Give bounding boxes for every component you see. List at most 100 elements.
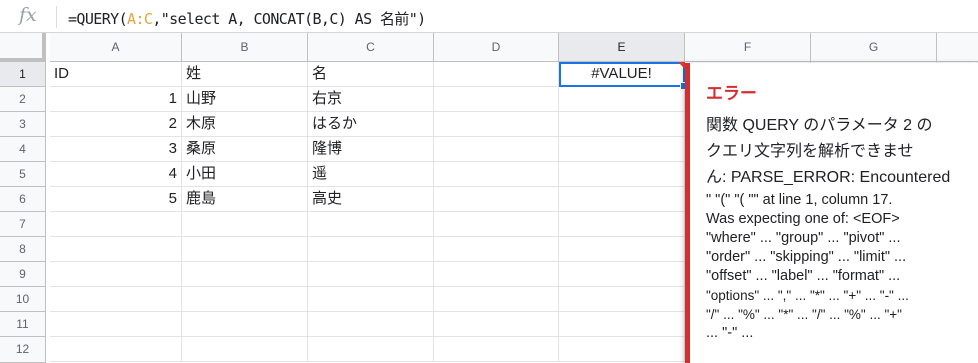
grid-cell[interactable] bbox=[434, 337, 559, 362]
cell-a4[interactable]: 3 bbox=[50, 137, 182, 162]
column-header-g[interactable]: G bbox=[811, 33, 937, 62]
row-header-9[interactable]: 9 bbox=[0, 262, 46, 287]
grid-cell[interactable] bbox=[434, 162, 559, 187]
formula-suffix: ,"select A, CONCAT(B,C) AS 名前") bbox=[152, 10, 426, 28]
grid-cell[interactable] bbox=[434, 212, 559, 237]
select-all-corner[interactable] bbox=[0, 33, 46, 62]
grid-cell[interactable] bbox=[182, 312, 308, 337]
cell-c3[interactable]: はるか bbox=[308, 112, 434, 137]
grid-cell[interactable] bbox=[559, 287, 685, 312]
cell-b1[interactable]: 姓 bbox=[182, 62, 308, 87]
grid-cell[interactable] bbox=[50, 287, 182, 312]
error-line-6: "where" ... "group" ... "pivot" ... bbox=[706, 230, 901, 246]
cell-a6[interactable]: 5 bbox=[50, 187, 182, 212]
grid-cell[interactable] bbox=[434, 187, 559, 212]
grid-cell[interactable] bbox=[559, 162, 685, 187]
column-header-f[interactable]: F bbox=[685, 33, 811, 62]
grid-cell[interactable] bbox=[559, 262, 685, 287]
cell-a2[interactable]: 1 bbox=[50, 87, 182, 112]
grid-cell[interactable] bbox=[559, 87, 685, 112]
error-tooltip: エラー 関数 QUERY のパラメータ 2 の クエリ文字列を解析できませ ん:… bbox=[685, 63, 978, 363]
column-header-e[interactable]: E bbox=[559, 33, 685, 62]
column-header-d[interactable]: D bbox=[434, 33, 559, 62]
grid-cell[interactable] bbox=[434, 262, 559, 287]
grid-cell[interactable] bbox=[50, 262, 182, 287]
error-line-11: ... "-" ... bbox=[706, 325, 754, 341]
cell-c4[interactable]: 隆博 bbox=[308, 137, 434, 162]
grid-cell[interactable] bbox=[559, 187, 685, 212]
cell-a3[interactable]: 2 bbox=[50, 112, 182, 137]
formula-input[interactable]: =QUERY(A:C,"select A, CONCAT(B,C) AS 名前"… bbox=[68, 8, 426, 29]
error-message: 関数 QUERY のパラメータ 2 の クエリ文字列を解析できませ ん: PAR… bbox=[706, 113, 976, 343]
row-header-10[interactable]: 10 bbox=[0, 287, 46, 312]
cell-c6[interactable]: 高史 bbox=[308, 187, 434, 212]
row-header-6[interactable]: 6 bbox=[0, 187, 46, 212]
grid-cell[interactable] bbox=[50, 312, 182, 337]
formula-prefix: =QUERY( bbox=[68, 10, 128, 28]
row-header-11[interactable]: 11 bbox=[0, 312, 46, 337]
grid-cell[interactable] bbox=[308, 237, 434, 262]
row-header-8[interactable]: 8 bbox=[0, 237, 46, 262]
formula-bar: fx =QUERY(A:C,"select A, CONCAT(B,C) AS … bbox=[0, 0, 978, 33]
error-line-10: "/" ... "%" ... "*" ... "/" ... "%" ... … bbox=[706, 307, 902, 322]
error-line-7: "order" ... "skipping" ... "limit" ... bbox=[706, 249, 907, 265]
row-header-1[interactable]: 1 bbox=[0, 62, 46, 87]
grid-cell[interactable] bbox=[559, 312, 685, 337]
grid-cell[interactable] bbox=[434, 137, 559, 162]
error-line-8: "offset" ... "label" ... "format" ... bbox=[706, 268, 901, 284]
grid-cell[interactable] bbox=[50, 212, 182, 237]
grid-cell[interactable] bbox=[308, 212, 434, 237]
row-header-4[interactable]: 4 bbox=[0, 137, 46, 162]
error-line-4: " "(" "( "" at line 1, column 17. bbox=[706, 192, 893, 208]
error-title: エラー bbox=[706, 84, 757, 103]
grid-cell[interactable] bbox=[182, 212, 308, 237]
grid-cell[interactable] bbox=[50, 337, 182, 362]
grid-cell[interactable] bbox=[559, 112, 685, 137]
error-line-3: ん: PARSE_ERROR: Encountered bbox=[706, 169, 951, 186]
row-header-7[interactable]: 7 bbox=[0, 212, 46, 237]
cell-c5[interactable]: 遥 bbox=[308, 162, 434, 187]
grid-cell[interactable] bbox=[308, 312, 434, 337]
formula-range-ref: A:C bbox=[127, 10, 153, 28]
grid-cell[interactable] bbox=[182, 287, 308, 312]
grid-cell[interactable] bbox=[434, 87, 559, 112]
grid-cell[interactable] bbox=[308, 337, 434, 362]
row-header-12[interactable]: 12 bbox=[0, 337, 46, 363]
column-header-b[interactable]: B bbox=[182, 33, 308, 62]
grid-cell[interactable] bbox=[182, 337, 308, 362]
error-line-1: 関数 QUERY のパラメータ 2 の bbox=[706, 117, 933, 134]
grid-cell[interactable] bbox=[434, 112, 559, 137]
grid-cell[interactable] bbox=[559, 237, 685, 262]
error-line-9: "options" ... "," ... "*" ... "+" ... "-… bbox=[706, 288, 909, 303]
row-header-3[interactable]: 3 bbox=[0, 112, 46, 137]
grid-cell[interactable] bbox=[50, 237, 182, 262]
grid-cell[interactable] bbox=[182, 262, 308, 287]
cell-b5[interactable]: 小田 bbox=[182, 162, 308, 187]
cell-c1[interactable]: 名 bbox=[308, 62, 434, 87]
column-header-next[interactable] bbox=[937, 33, 978, 62]
grid-cell[interactable] bbox=[559, 337, 685, 362]
cell-b4[interactable]: 桑原 bbox=[182, 137, 308, 162]
grid-cell[interactable] bbox=[434, 62, 559, 87]
error-line-2: クエリ文字列を解析できませ bbox=[706, 143, 914, 160]
grid-cell[interactable] bbox=[308, 262, 434, 287]
grid-cell[interactable] bbox=[434, 312, 559, 337]
cell-a1[interactable]: ID bbox=[50, 62, 182, 87]
fx-icon: fx bbox=[19, 4, 37, 26]
column-header-a[interactable]: A bbox=[50, 33, 182, 62]
active-cell-outline bbox=[559, 62, 685, 87]
grid-cell[interactable] bbox=[308, 287, 434, 312]
cell-b6[interactable]: 鹿島 bbox=[182, 187, 308, 212]
grid-cell[interactable] bbox=[182, 237, 308, 262]
column-header-c[interactable]: C bbox=[308, 33, 434, 62]
cell-b2[interactable]: 山野 bbox=[182, 87, 308, 112]
grid-cell[interactable] bbox=[559, 212, 685, 237]
cell-c2[interactable]: 右京 bbox=[308, 87, 434, 112]
grid-cell[interactable] bbox=[559, 137, 685, 162]
row-header-2[interactable]: 2 bbox=[0, 87, 46, 112]
grid-cell[interactable] bbox=[434, 287, 559, 312]
row-header-5[interactable]: 5 bbox=[0, 162, 46, 187]
grid-cell[interactable] bbox=[434, 237, 559, 262]
cell-a5[interactable]: 4 bbox=[50, 162, 182, 187]
cell-b3[interactable]: 木原 bbox=[182, 112, 308, 137]
